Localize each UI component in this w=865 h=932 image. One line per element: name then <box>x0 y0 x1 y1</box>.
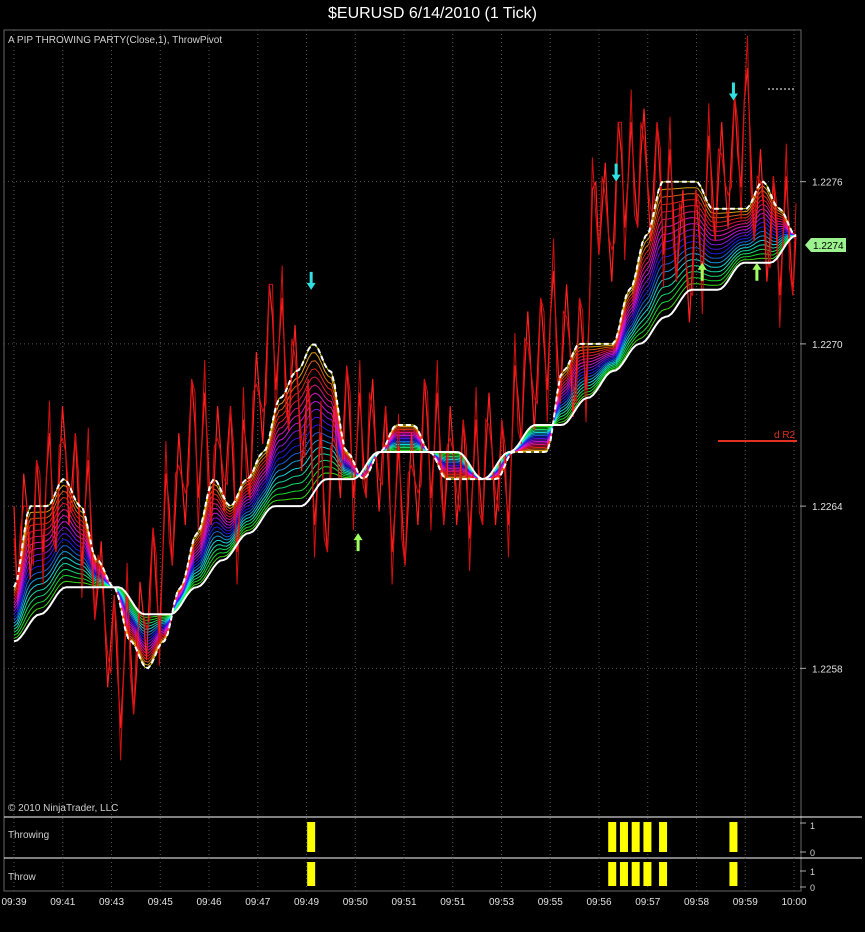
x-tick-label: 10:00 <box>781 897 806 908</box>
x-tick-label: 09:41 <box>50 897 75 908</box>
indicator-label: A PIP THROWING PARTY(Close,1), ThrowPivo… <box>8 35 222 46</box>
throw-tick-0: 0 <box>810 883 815 893</box>
throwing-bar <box>643 822 652 852</box>
ribbon-line <box>13 212 797 648</box>
x-tick-label: 09:45 <box>148 897 173 908</box>
x-tick-label: 09:50 <box>343 897 368 908</box>
price-marker: 1.2274 <box>805 238 846 252</box>
x-tick-label: 09:43 <box>99 897 124 908</box>
throw-panel-frame <box>3 857 802 892</box>
throwing-bar <box>619 822 628 852</box>
throw-bar <box>643 862 652 886</box>
y-tick-label: 1.2270 <box>812 340 843 351</box>
marks-layer <box>306 82 762 886</box>
x-tick-label: 09:57 <box>635 897 660 908</box>
ribbon-line <box>13 185 797 666</box>
chart-canvas: 09:39 09:41 09:43 09:45 09:46 09:47 09:49 09:50… <box>1 29 862 908</box>
throwing-bar <box>608 822 617 852</box>
throw-bar <box>659 862 668 886</box>
throw-bar <box>631 862 640 886</box>
throw-tick-1: 1 <box>810 867 815 877</box>
series-layer <box>13 35 797 761</box>
throwing-bar <box>729 822 738 852</box>
throwing-bar <box>631 822 640 852</box>
y-tick-label: 1.2258 <box>812 664 843 675</box>
x-tick-label: 09:39 <box>1 897 26 908</box>
signal-arrow-down <box>306 271 316 290</box>
signal-arrow-up <box>752 262 762 281</box>
pivot-label: d R2 <box>774 430 796 441</box>
x-tick-label: 09:49 <box>294 897 319 908</box>
x-tick-label: 09:53 <box>489 897 514 908</box>
price-line <box>13 68 797 728</box>
x-tick-label: 09:56 <box>586 897 611 908</box>
main-panel-frame <box>3 29 802 818</box>
throwing-panel-frame <box>3 816 802 859</box>
throwing-bar <box>307 822 316 852</box>
throw-bar <box>307 862 316 886</box>
y-tick-label: 1.2276 <box>812 178 843 189</box>
ribbon-line <box>13 203 797 654</box>
axes-layer: 09:39 09:41 09:43 09:45 09:46 09:47 09:49 09:50… <box>1 178 843 908</box>
ribbon-line <box>13 230 797 636</box>
grid <box>4 30 800 891</box>
price-marker-label: 1.2274 <box>813 241 844 252</box>
copyright-label: © 2010 NinjaTrader, LLC <box>8 803 118 814</box>
throw-bar <box>608 862 617 886</box>
signal-arrow-down <box>728 82 738 101</box>
throw-bar <box>729 862 738 886</box>
x-tick-label: 09:51 <box>391 897 416 908</box>
throw-bar <box>619 862 628 886</box>
ribbon-line <box>13 194 797 660</box>
x-tick-label: 09:46 <box>196 897 221 908</box>
x-tick-label: 09:51 <box>440 897 465 908</box>
throwing-panel-label: Throwing <box>8 830 49 841</box>
throw-panel-label: Throw <box>8 872 37 883</box>
throwing-bar <box>659 822 668 852</box>
x-tick-label: 09:59 <box>733 897 758 908</box>
x-tick-label: 09:47 <box>245 897 270 908</box>
x-tick-label: 09:55 <box>538 897 563 908</box>
x-tick-label: 09:58 <box>684 897 709 908</box>
throwing-tick-0: 0 <box>810 848 815 858</box>
y-tick-label: 1.2264 <box>812 502 843 513</box>
throwing-tick-1: 1 <box>810 821 815 831</box>
ribbon-line <box>13 221 797 642</box>
signal-arrow-down <box>611 163 621 182</box>
